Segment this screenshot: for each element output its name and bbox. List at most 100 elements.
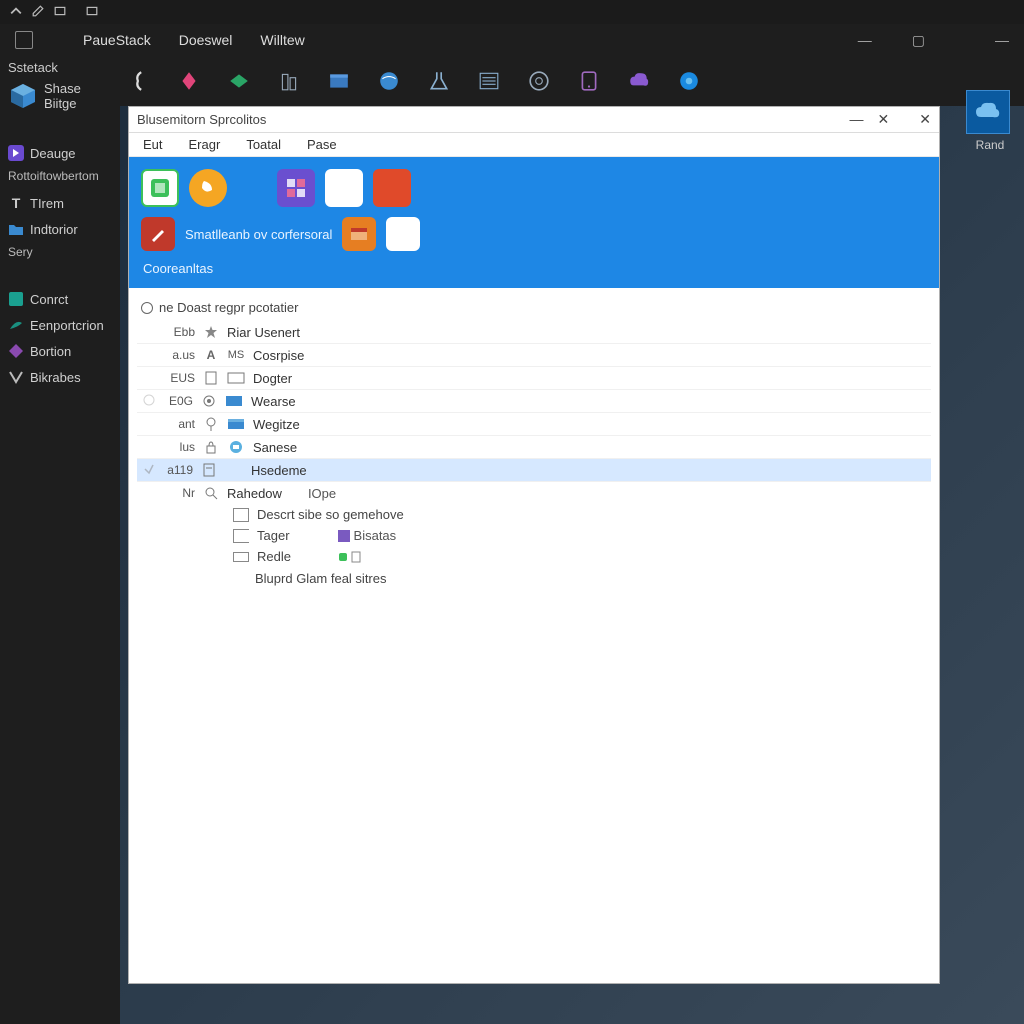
sidebar-sublabel-1: Rottoiftowbertom — [8, 169, 112, 183]
sidebar-item-eenportcrion[interactable]: Eenportcrion — [6, 313, 114, 337]
tool-brace-icon[interactable] — [125, 67, 153, 95]
menu-pauestack[interactable]: PaueStack — [83, 32, 151, 48]
tool-globe-blue-icon[interactable] — [375, 67, 403, 95]
right-launcher[interactable]: Rand — [966, 90, 1014, 152]
tool-gear-circle-icon[interactable] — [525, 67, 553, 95]
list-row-3[interactable]: E0G Wearse — [137, 390, 931, 413]
tool-blue-circle-icon[interactable] — [675, 67, 703, 95]
doc2-icon — [201, 462, 217, 478]
purple-diamond-icon — [8, 343, 24, 359]
list-row-1[interactable]: a.us A MS Cosrpise — [137, 344, 931, 367]
edit-icon — [32, 5, 44, 20]
tile-orange-circle[interactable] — [189, 169, 227, 207]
window-menubar: Eut Eragr Toatal Pase — [129, 133, 939, 157]
window-menu-eragr[interactable]: Eragr — [189, 137, 221, 152]
teal-box-icon — [8, 291, 24, 307]
close-outer-icon[interactable]: — — [995, 32, 1009, 49]
row-label: Sanese — [253, 440, 297, 455]
gutter-icon — [143, 394, 157, 408]
teal-wing-icon — [8, 317, 24, 333]
blue-rect-icon — [225, 394, 243, 408]
window-close-icon[interactable]: ✕ — [919, 111, 931, 128]
row-badge: EUS — [167, 371, 195, 385]
sub-row-2[interactable]: Redle — [137, 546, 931, 567]
sidebar-item-bikrabes[interactable]: Bikrabes — [6, 365, 114, 389]
maximize-icon[interactable]: ▢ — [912, 32, 925, 49]
sidebar-item-conrct[interactable]: Conrct — [6, 287, 114, 311]
sub-row-label: Tager — [257, 528, 290, 543]
row-badge: lus — [167, 440, 195, 454]
list-row-2[interactable]: EUS Dogter — [137, 367, 931, 390]
radio-open-icon[interactable] — [141, 302, 153, 314]
sub-row-label: Redle — [257, 549, 291, 564]
list-row-0[interactable]: Ebb Riar Usenert — [137, 321, 931, 344]
row-label: Hsedeme — [251, 463, 307, 478]
sidebar-sublabel-2: Sery — [8, 245, 112, 259]
tool-purple-cloud-icon[interactable] — [625, 67, 653, 95]
green-dot-icon — [339, 553, 347, 561]
tile-orange-win[interactable] — [342, 217, 376, 251]
list-row-5[interactable]: lus Sanese — [137, 436, 931, 459]
sidebar-item-bortion[interactable]: Bortion — [6, 339, 114, 363]
sidebar-item-label: TIrem — [30, 196, 64, 211]
sidebar-item-tirem[interactable]: T TIrem — [6, 191, 114, 215]
tool-pink-icon[interactable] — [175, 67, 203, 95]
window-minimize-icon[interactable]: — — [850, 111, 864, 128]
row-label-2: IOpe — [308, 486, 336, 501]
caret-up-icon — [10, 5, 22, 20]
menu-doeswel[interactable]: Doeswel — [179, 32, 233, 48]
rect-outline-icon — [233, 508, 249, 522]
tile-red[interactable] — [373, 169, 411, 207]
rect-icon — [227, 371, 245, 385]
rect-thin-icon — [233, 552, 249, 562]
window-menu-toatal[interactable]: Toatal — [246, 137, 281, 152]
row-badge: a119 — [165, 463, 193, 477]
tile-white[interactable] — [325, 169, 363, 207]
badge-line1: Shase — [44, 81, 81, 96]
letter-a-icon: A — [203, 347, 219, 363]
tile-purple[interactable] — [277, 169, 315, 207]
cloud-launch-icon[interactable] — [966, 90, 1010, 134]
sub-row-label: Descrt sibe so gemehove — [257, 507, 404, 522]
window-titlebar[interactable]: Blusemitorn Sprcolitos — ✕ ✕ — [129, 107, 939, 133]
violet-square-icon — [8, 145, 24, 161]
sidebar-item-label: Eenportcrion — [30, 318, 104, 333]
sidebar-badge[interactable]: Shase Biitge — [8, 81, 114, 111]
list-row-4[interactable]: ant Wegitze — [137, 413, 931, 436]
tile-green[interactable] — [141, 169, 179, 207]
window-ribbon: Smatlleanb ov corfersoral Cooreanltas — [129, 157, 939, 288]
sub-row-0[interactable]: Descrt sibe so gemehove — [137, 504, 931, 525]
text-t-icon: T — [8, 195, 24, 211]
mini-doc-icon — [351, 551, 361, 563]
tool-windows-icon[interactable] — [325, 67, 353, 95]
doc-icon — [203, 370, 219, 386]
list-header-row[interactable]: ne Doast regpr pcotatier — [141, 300, 931, 315]
row-badge: ant — [167, 417, 195, 431]
menu-willtew[interactable]: Willtew — [260, 32, 304, 48]
tool-flask-icon[interactable] — [425, 67, 453, 95]
app-menubar: PaueStack Doeswel Willtew — ▢ — — [0, 24, 1024, 56]
sub-row-1[interactable]: Tager Bisatas — [137, 525, 931, 546]
gutter-icon — [143, 463, 157, 477]
tool-green-icon[interactable] — [225, 67, 253, 95]
ms-text-icon: MS — [227, 348, 245, 362]
window-close-small-icon[interactable]: ✕ — [878, 111, 890, 128]
minimize-icon[interactable]: — — [858, 32, 872, 49]
tool-tablet-icon[interactable] — [575, 67, 603, 95]
sidebar-item-label: Bortion — [30, 344, 71, 359]
tile-white-sm[interactable] — [386, 217, 420, 251]
row-badge: Nr — [167, 486, 195, 500]
window-menu-eut[interactable]: Eut — [143, 137, 163, 152]
sidebar-item-deauge[interactable]: Deauge — [6, 141, 114, 165]
inline-badge: Bisatas — [338, 528, 397, 543]
tool-list-icon[interactable] — [475, 67, 503, 95]
app-doc-icon[interactable] — [15, 31, 33, 49]
list-row-6[interactable]: a119 Hsedeme — [137, 459, 931, 482]
tile-red-pen[interactable] — [141, 217, 175, 251]
tool-building-icon[interactable] — [275, 67, 303, 95]
sidebar-item-indtorior[interactable]: Indtorior — [6, 217, 114, 241]
list-row-7[interactable]: Nr Rahedow IOpe — [137, 482, 931, 504]
window-menu-pase[interactable]: Pase — [307, 137, 337, 152]
rect-open-icon — [233, 529, 249, 543]
window-title: Blusemitorn Sprcolitos — [137, 112, 266, 127]
